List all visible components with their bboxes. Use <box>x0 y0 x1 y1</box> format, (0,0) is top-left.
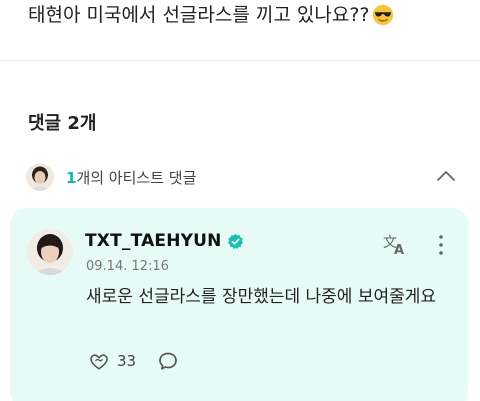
more-vertical-icon[interactable] <box>436 234 446 256</box>
comment-body: 새로운 선글라스를 장만했는데 나중에 보여줄게요 <box>86 287 437 307</box>
verified-badge-icon <box>227 233 243 249</box>
comment-timestamp: 09.14. 12:16 <box>86 259 169 274</box>
author-name[interactable]: TXT_TAEHYUN <box>85 231 222 251</box>
artist-comment-count: 1 <box>66 168 77 187</box>
post-text: 태현아 미국에서 선글라스를 끼고 있나요?? <box>28 4 370 26</box>
artist-comments-text: 개의 아티스트 댓글 <box>76 168 197 187</box>
like-icon[interactable] <box>88 350 110 372</box>
comments-header: 댓글 2개 <box>28 113 97 134</box>
author-line: TXT_TAEHYUN <box>85 231 244 251</box>
translate-icon[interactable]: 文 A <box>382 232 408 256</box>
sunglasses-emoji-icon <box>372 4 393 26</box>
chevron-up-icon[interactable] <box>436 168 456 182</box>
artist-mini-avatar <box>26 163 54 191</box>
artist-comment-card: TXT_TAEHYUN 09.14. 12:16 文 A 새로운 선글라스를 장… <box>10 208 468 401</box>
comment-actions: 33 <box>88 350 178 372</box>
reply-bubble-icon[interactable] <box>158 351 178 371</box>
like-count: 33 <box>117 352 137 370</box>
artist-comments-toggle[interactable]: 1개의 아티스트 댓글 <box>26 161 462 193</box>
section-divider <box>0 60 480 61</box>
avatar[interactable] <box>27 229 73 275</box>
artist-comments-label: 1개의 아티스트 댓글 <box>66 167 196 188</box>
svg-text:A: A <box>394 243 404 256</box>
post-text-line: 태현아 미국에서 선글라스를 끼고 있나요?? <box>28 0 394 30</box>
